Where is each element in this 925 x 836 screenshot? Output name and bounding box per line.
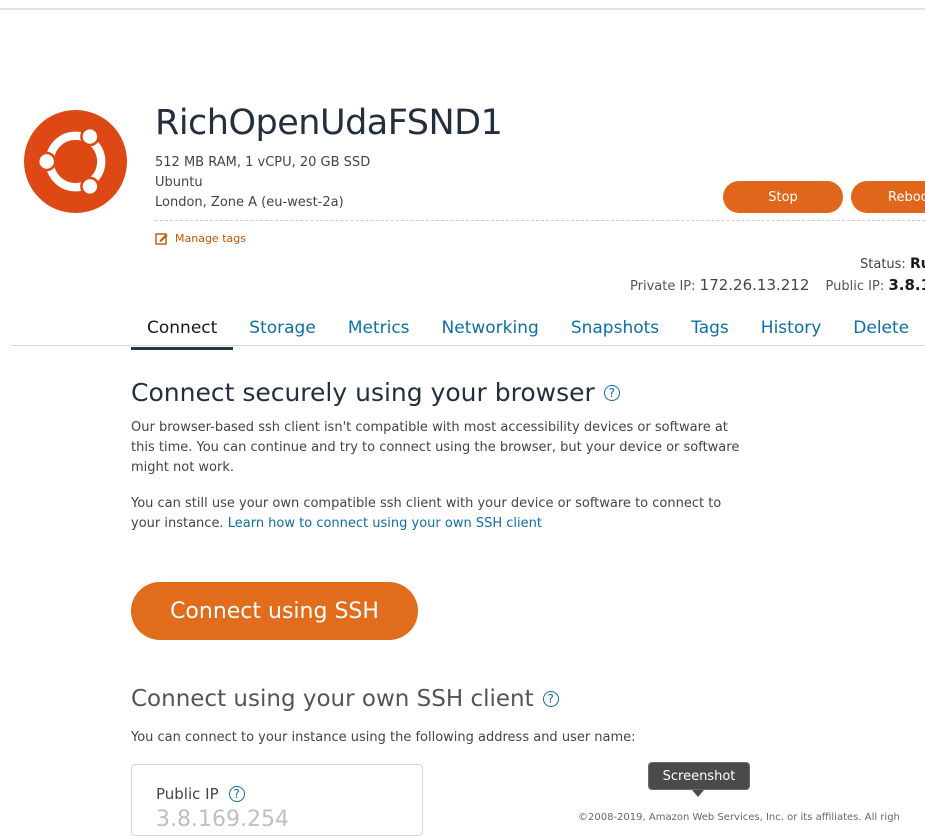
help-icon[interactable]: ? — [228, 786, 245, 802]
status-line: Status: Ru — [860, 256, 925, 272]
public-ip-card: Public IP ? 3.8.169.254 — [131, 764, 423, 836]
instance-location: London, Zone A (eu-west-2a) — [155, 195, 344, 210]
reboot-button[interactable]: Reboo — [851, 181, 925, 213]
manage-tags-link[interactable]: Manage tags — [155, 232, 246, 245]
public-ip-card-label: Public IP ? — [156, 785, 245, 803]
screenshot-tooltip: Screenshot — [648, 762, 750, 790]
ubuntu-logo-icon — [24, 110, 127, 213]
public-ip-card-label-text: Public IP — [156, 785, 219, 803]
status-label: Status: — [860, 257, 906, 272]
tabs-divider — [11, 345, 925, 346]
browser-connect-heading: Connect securely using your browser ? — [131, 378, 620, 407]
private-ip-value: 172.26.13.212 — [699, 276, 810, 294]
accessibility-note: Our browser-based ssh client isn't compa… — [131, 420, 740, 475]
public-ip-label: Public IP: — [825, 279, 885, 294]
stop-button[interactable]: Stop — [723, 181, 843, 213]
public-ip-value: 3.8.16 — [888, 276, 925, 294]
ip-line: Private IP: 172.26.13.212 Public IP: 3.8… — [630, 276, 925, 294]
help-icon[interactable]: ? — [542, 691, 559, 707]
top-divider — [0, 8, 925, 10]
public-ip-card-value[interactable]: 3.8.169.254 — [156, 807, 289, 832]
copyright-footer: ©2008-2019, Amazon Web Services, Inc. or… — [578, 812, 900, 823]
help-icon[interactable]: ? — [603, 384, 620, 401]
connect-ssh-button[interactable]: Connect using SSH — [131, 582, 418, 640]
own-client-intro: You can connect to your instance using t… — [131, 730, 636, 745]
edit-icon — [155, 233, 168, 245]
status-value: Ru — [909, 256, 925, 272]
instance-name: RichOpenUdaFSND1 — [155, 103, 503, 143]
own-client-heading: Connect using your own SSH client ? — [131, 686, 559, 712]
own-client-heading-text: Connect using your own SSH client — [131, 686, 534, 712]
learn-ssh-link[interactable]: Learn how to connect using your own SSH … — [228, 516, 542, 531]
instance-specs: 512 MB RAM, 1 vCPU, 20 GB SSD — [155, 155, 371, 170]
browser-connect-heading-text: Connect securely using your browser — [131, 378, 595, 407]
private-ip-label: Private IP: — [630, 279, 696, 294]
tooltip-arrow — [692, 790, 704, 797]
instance-os: Ubuntu — [155, 175, 203, 190]
own-client-note: You can still use your own compatible ss… — [131, 494, 741, 534]
manage-tags-label: Manage tags — [175, 232, 246, 245]
header-divider — [155, 220, 925, 221]
